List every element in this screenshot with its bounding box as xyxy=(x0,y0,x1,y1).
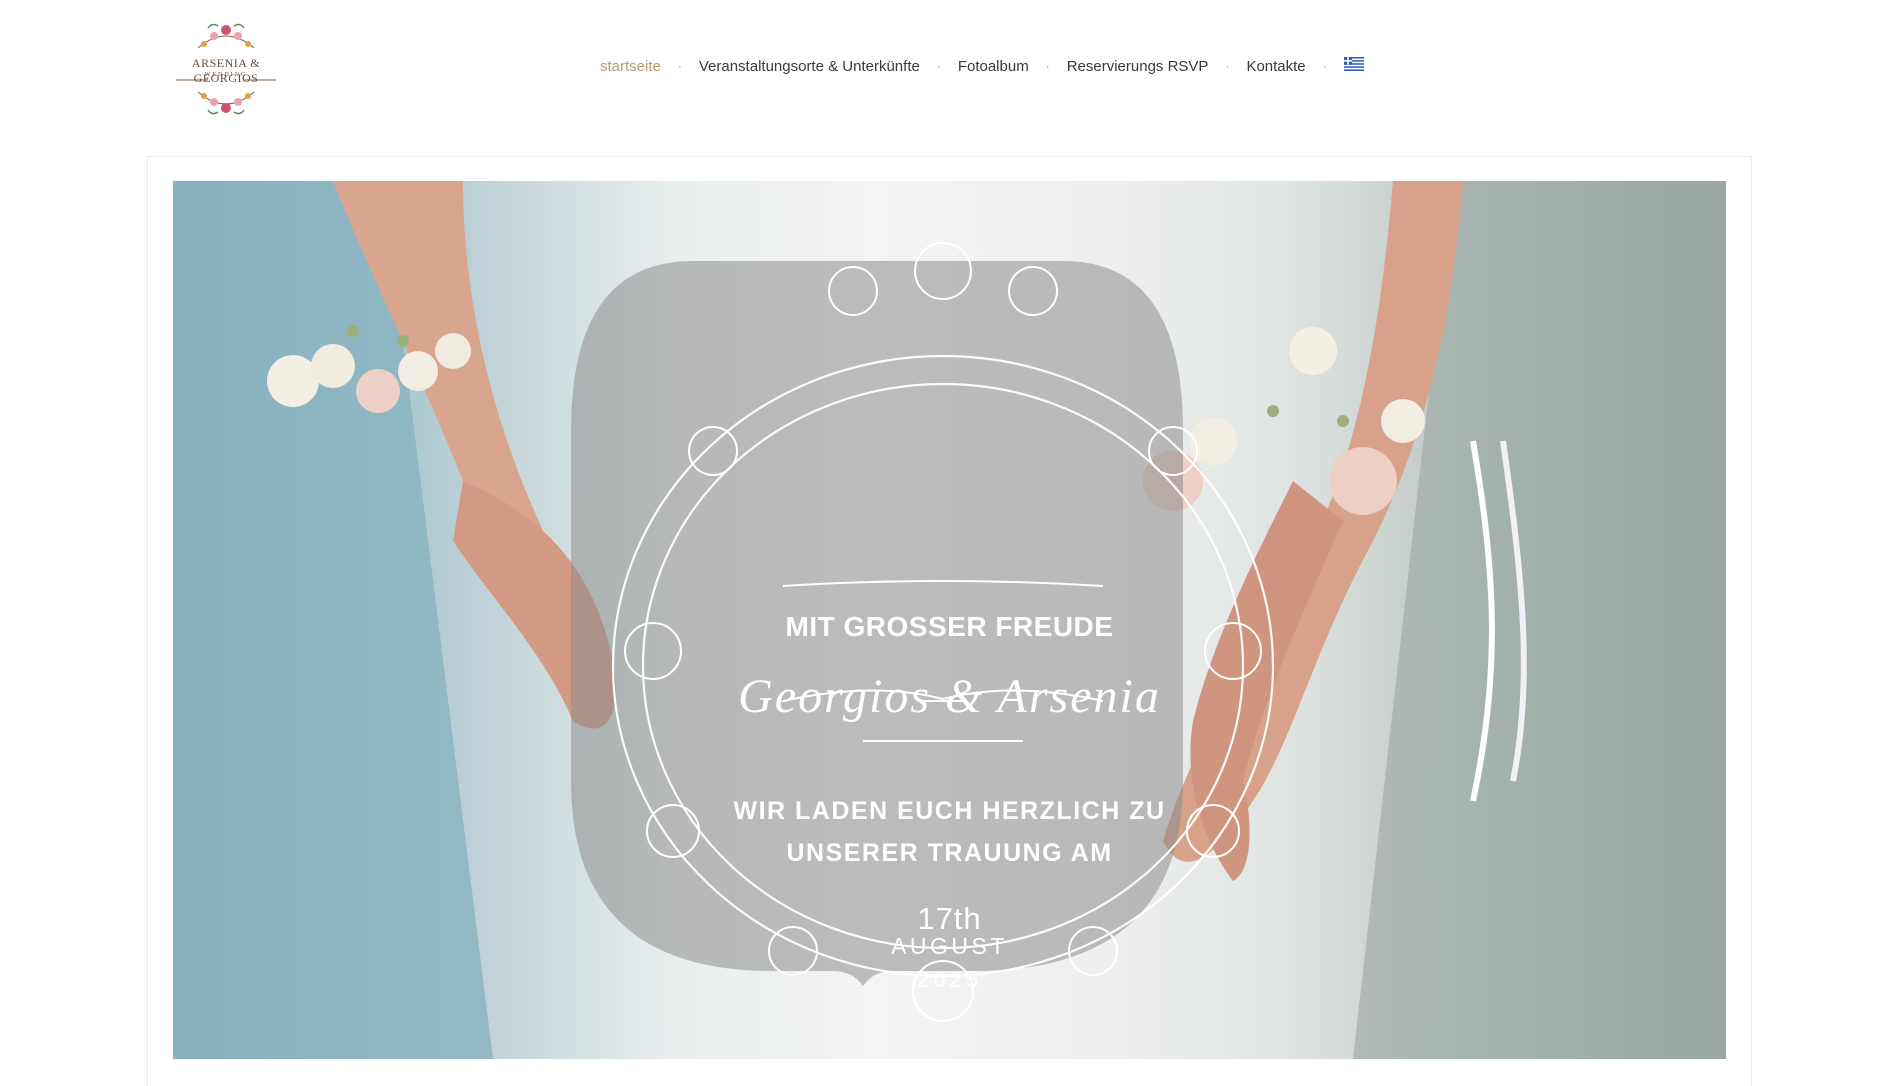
main-nav: startseite · Veranstaltungsorte & Unterk… xyxy=(600,54,1364,78)
nav-separator: · xyxy=(677,59,682,73)
hero-banner: MIT GROSSER FREUDE Georgios & Arsenia WI… xyxy=(173,181,1726,1059)
nav-item-startseite[interactable]: startseite xyxy=(600,58,661,75)
wedding-year: 2025 xyxy=(917,967,982,992)
nav-item-photo-album[interactable]: Fotoalbum xyxy=(958,58,1029,75)
greek-flag-icon[interactable] xyxy=(1343,57,1364,71)
wedding-month: AUGUST xyxy=(891,933,1008,959)
couple-names: Georgios & Arsenia xyxy=(738,670,1161,723)
site-logo[interactable]: ARSENIA & GEORGIOS WEDDING xyxy=(158,18,294,120)
nav-separator: · xyxy=(936,59,941,73)
nav-separator: · xyxy=(1225,59,1230,73)
nav-item-rsvp[interactable]: Reservierungs RSVP xyxy=(1067,58,1209,75)
nav-separator: · xyxy=(1045,59,1050,73)
nav-separator: · xyxy=(1322,59,1327,73)
wedding-day: 17th xyxy=(917,901,982,936)
logo-title: ARSENIA & GEORGIOS xyxy=(191,56,261,85)
logo-subtitle: WEDDING xyxy=(204,72,248,78)
nav-item-contacts[interactable]: Kontakte xyxy=(1246,58,1305,75)
nav-item-venues[interactable]: Veranstaltungsorte & Unterkünfte xyxy=(699,58,920,75)
site-header: ARSENIA & GEORGIOS WEDDING startseite · … xyxy=(0,0,1896,150)
invite-line-1: WIR LADEN EUCH HERZLICH ZU xyxy=(733,797,1166,825)
invite-line-2: UNSERER TRAUUNG AM xyxy=(786,839,1113,867)
hero-intro: MIT GROSSER FREUDE xyxy=(785,611,1114,642)
